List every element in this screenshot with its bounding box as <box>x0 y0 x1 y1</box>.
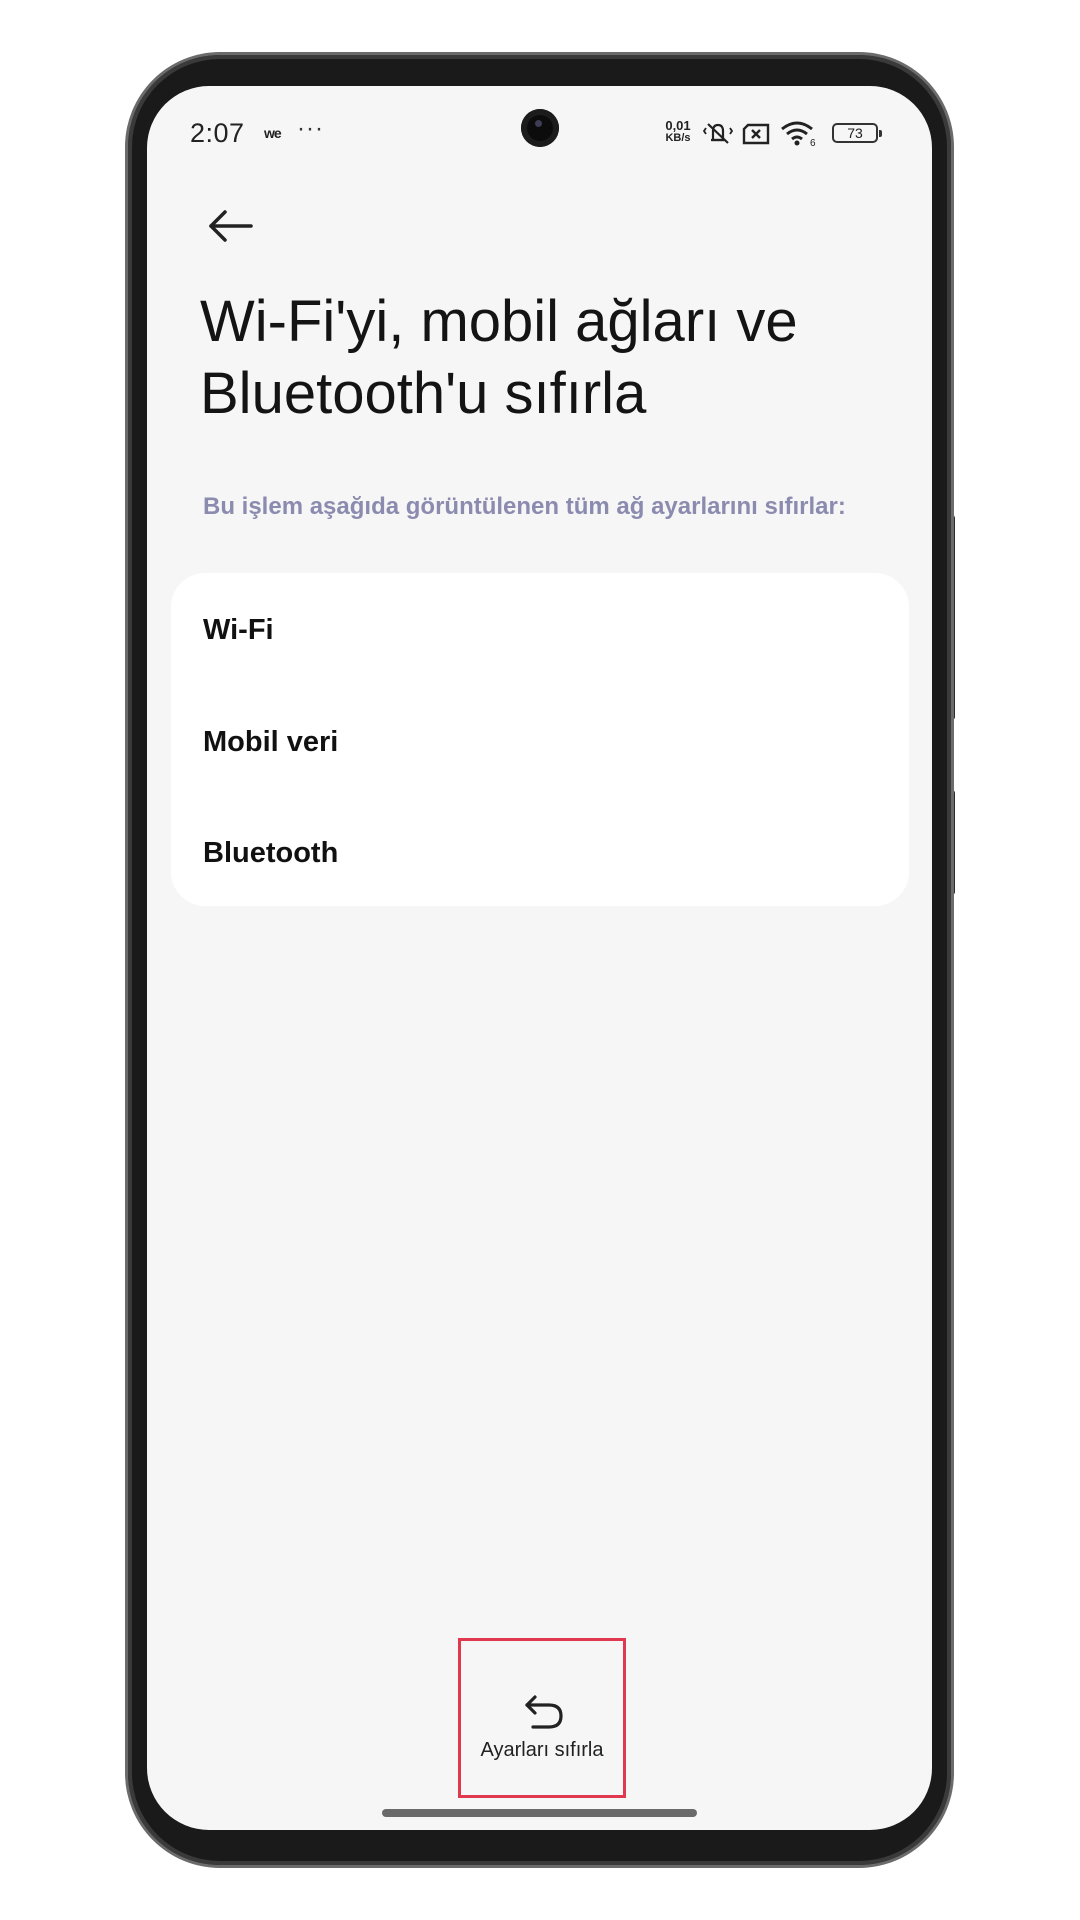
network-speed-unit: KB/s <box>665 132 691 144</box>
reset-items-card: Wi-Fi Mobil veri Bluetooth <box>171 573 909 906</box>
wifi-icon: 6 <box>781 121 816 147</box>
undo-arrow-icon <box>525 1695 563 1729</box>
list-item-wifi: Wi-Fi <box>203 614 274 646</box>
battery-icon: 73 <box>832 123 882 143</box>
page-title: Wi-Fi'yi, mobil ağları ve Bluetooth'u sı… <box>200 289 798 426</box>
reset-settings-label: Ayarları sıfırla <box>480 1739 604 1761</box>
back-button[interactable] <box>203 196 263 256</box>
battery-level: 73 <box>847 125 863 141</box>
no-sim-icon <box>742 123 770 145</box>
reset-settings-button[interactable]: Ayarları sıfırla <box>458 1638 626 1798</box>
screen: 2:07 we ··· 0,01 KB/s 6 73 Wi-Fi'yi, mob… <box>147 86 932 1830</box>
carrier-icon: we <box>264 125 282 141</box>
mute-vibrate-icon <box>702 123 734 144</box>
description-text: Bu işlem aşağıda görüntülenen tüm ağ aya… <box>203 493 846 520</box>
wifi-badge: 6 <box>810 138 816 147</box>
more-notifications-icon: ··· <box>297 115 324 142</box>
front-camera <box>521 109 559 147</box>
home-indicator[interactable] <box>382 1809 697 1817</box>
network-speed: 0,01 KB/s <box>660 118 696 144</box>
list-item-mobile-data: Mobil veri <box>203 726 339 758</box>
list-item-bluetooth: Bluetooth <box>203 837 339 869</box>
arrow-left-icon <box>209 210 253 242</box>
device-mockup: 2:07 we ··· 0,01 KB/s 6 73 Wi-Fi'yi, mob… <box>0 0 1080 1920</box>
status-time: 2:07 <box>190 118 245 148</box>
network-speed-value: 0,01 <box>665 118 691 133</box>
